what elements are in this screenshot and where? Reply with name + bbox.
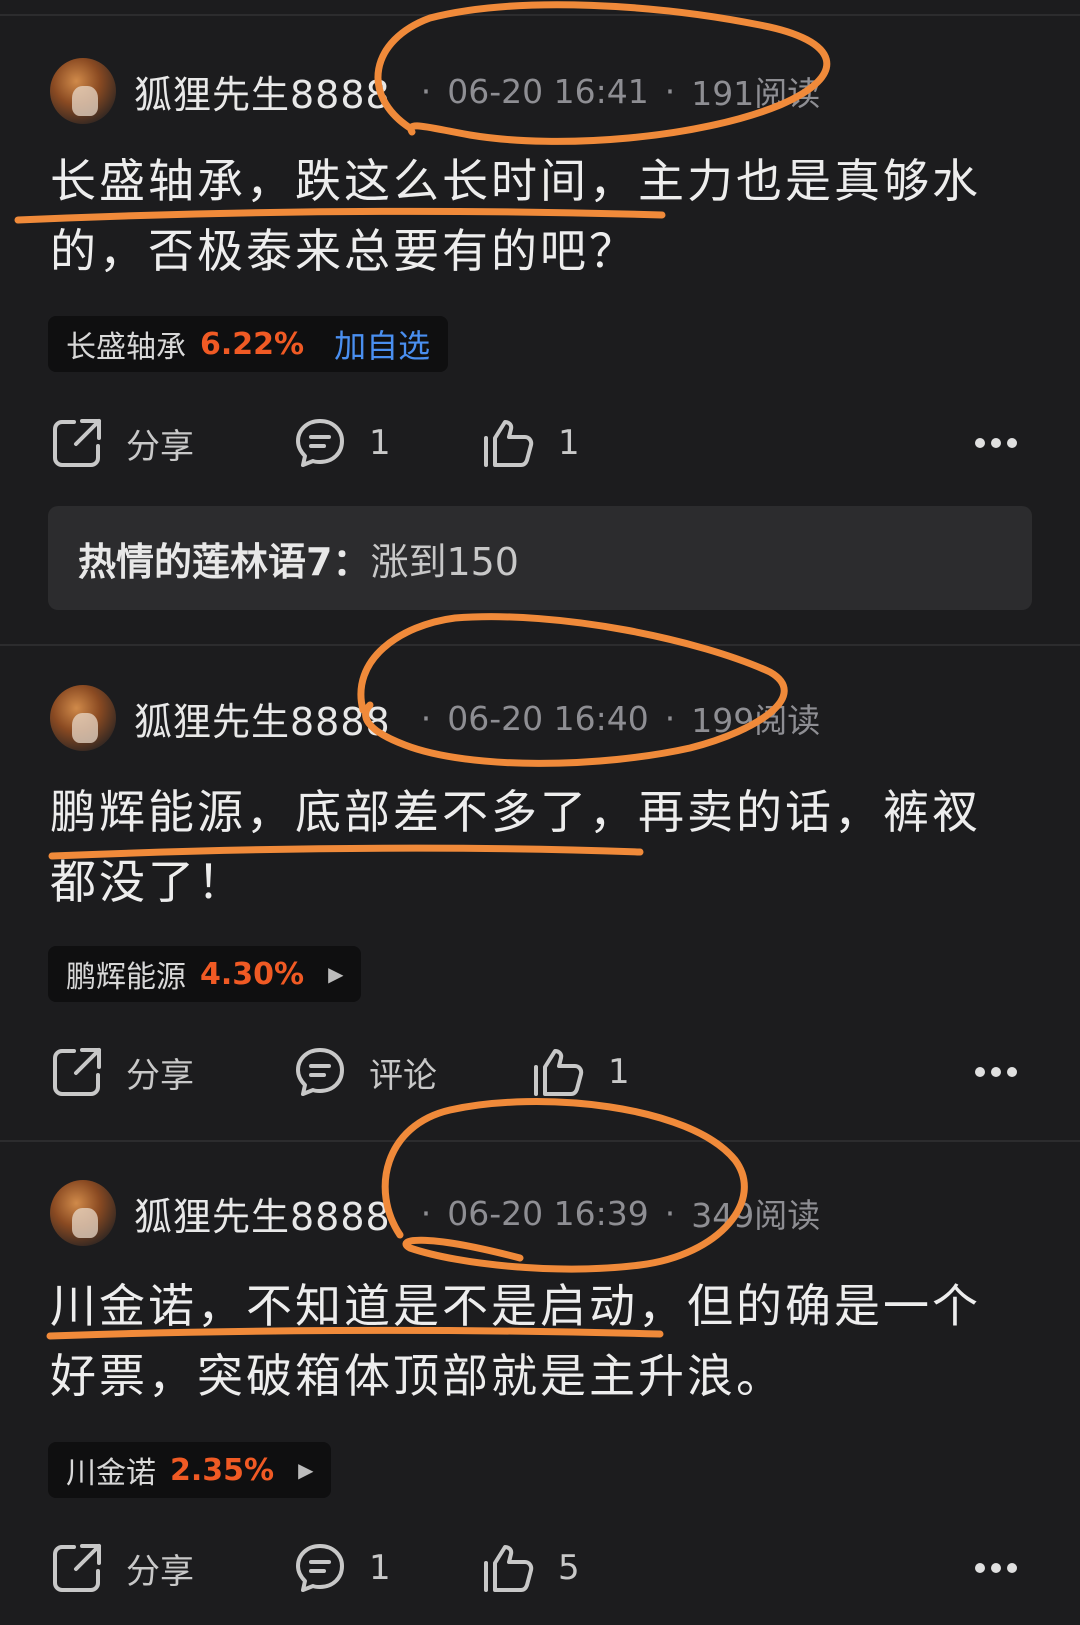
share-icon [53,1048,101,1096]
chevron-right-icon: ▶ [298,1458,314,1482]
author-name[interactable]: 狐狸先生8888 [134,1186,391,1241]
like-button[interactable]: 1 [482,408,580,478]
post-divider [0,644,1080,646]
like-button[interactable]: 1 [532,1037,630,1107]
read-count: 191阅读 [691,74,821,113]
post-date: 06-20 16:40 [447,698,649,738]
post-divider [0,1140,1080,1142]
post-header: 狐狸先生8888 · 06-20 16:39 · 349阅读 [50,1178,820,1248]
like-count: 1 [558,423,580,463]
share-label: 分享 [126,1055,194,1096]
more-button[interactable] [974,1037,1018,1107]
stock-change: 4.30% [200,956,305,992]
share-button[interactable]: 分享 [50,1533,194,1603]
post-header: 狐狸先生8888 · 06-20 16:40 · 199阅读 [50,683,820,753]
comment-label: 评论 [369,1055,437,1096]
content-line: 长盛轴承，跌这么长时间，主力也是真够水 [50,154,981,208]
stock-tag[interactable]: 鹏辉能源 4.30% ▶ [48,946,362,1002]
stock-change: 2.35% [170,1452,275,1488]
post-content[interactable]: 长盛轴承，跌这么长时间，主力也是真够水 的，否极泰来总要有的吧？ [50,146,1030,286]
share-button[interactable]: 分享 [50,408,194,478]
content-line: 川金诺，不知道是不是启动，但的确是一个 [50,1279,981,1333]
post-date: 06-20 16:41 [447,71,649,111]
content-line: 好票，突破箱体顶部就是主升浪。 [50,1349,785,1403]
more-icon [975,438,1017,448]
top-divider [0,14,1080,16]
more-icon [975,1563,1017,1573]
avatar[interactable] [50,58,116,124]
avatar[interactable] [50,685,116,751]
share-label: 分享 [126,426,194,467]
post-content[interactable]: 鹏辉能源，底部差不多了，再卖的话，裤衩 都没了！ [50,777,1030,917]
stock-tag[interactable]: 长盛轴承 6.22% 加自选 [48,316,449,372]
post-meta: · 06-20 16:41 · 191阅读 [405,67,820,115]
content-line: 鹏辉能源，底部差不多了，再卖的话，裤衩 [50,785,981,839]
comment-count: 1 [369,423,391,463]
read-count: 349阅读 [691,1196,821,1235]
read-count: 199阅读 [691,701,821,740]
comment-icon [296,1048,344,1096]
meta-dot: · [420,71,432,111]
comment-count: 1 [369,1548,391,1588]
post-header: 狐狸先生8888 · 06-20 16:41 · 191阅读 [50,56,820,126]
post-date: 06-20 16:39 [447,1193,649,1233]
post-meta: · 06-20 16:40 · 199阅读 [405,694,820,742]
more-icon [975,1067,1017,1077]
share-label: 分享 [126,1551,194,1592]
share-icon [53,419,101,467]
share-icon [53,1544,101,1592]
stock-tag[interactable]: 川金诺 2.35% ▶ [48,1442,332,1498]
comment-button[interactable]: 1 [293,1533,391,1603]
post-actions: 分享 评论 1 [50,1037,1030,1107]
like-button[interactable]: 5 [482,1533,580,1603]
like-count: 1 [608,1052,630,1092]
avatar[interactable] [50,1180,116,1246]
chevron-right-icon: ▶ [328,962,344,986]
like-icon [484,420,534,467]
meta-dot: · [664,71,676,111]
add-watchlist-button[interactable]: 加自选 [334,321,430,367]
stock-name: 鹏辉能源 [66,960,186,995]
content-line: 的，否极泰来总要有的吧？ [50,224,638,278]
post-meta: · 06-20 16:39 · 349阅读 [405,1189,820,1237]
reply-text: 涨到150 [370,539,519,584]
more-button[interactable] [974,408,1018,478]
author-name[interactable]: 狐狸先生8888 [134,64,391,119]
content-line: 都没了！ [50,855,246,909]
author-name[interactable]: 狐狸先生8888 [134,691,391,746]
stock-name: 长盛轴承 [66,330,186,365]
post-content[interactable]: 川金诺，不知道是不是启动，但的确是一个 好票，突破箱体顶部就是主升浪。 [50,1271,1030,1411]
meta-dot: · [664,1193,676,1233]
share-button[interactable]: 分享 [50,1037,194,1107]
stock-name: 川金诺 [66,1456,156,1491]
comment-button[interactable]: 评论 [293,1037,437,1107]
post-actions: 分享 1 1 [50,408,1030,478]
meta-dot: · [664,698,676,738]
meta-dot: · [420,1193,432,1233]
comment-button[interactable]: 1 [293,408,391,478]
post-actions: 分享 1 5 [50,1533,1030,1603]
like-count: 5 [558,1548,580,1588]
comment-icon [296,1544,344,1592]
more-button[interactable] [974,1533,1018,1603]
stock-change: 6.22% [200,326,305,362]
reply-preview[interactable]: 热情的莲林语7： 涨到150 [48,506,1032,610]
like-icon [484,1545,534,1592]
reply-username[interactable]: 热情的莲林语7： [78,531,370,586]
like-icon [534,1049,584,1096]
comment-icon [296,419,344,467]
meta-dot: · [420,698,432,738]
